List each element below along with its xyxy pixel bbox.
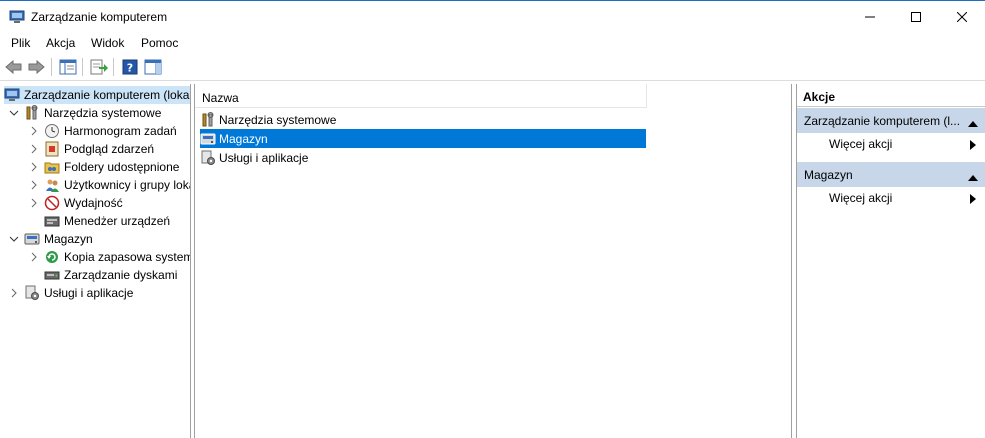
tree-item-label: Magazyn: [44, 232, 93, 246]
tree-item-device-manager[interactable]: Menedżer urządzeń: [44, 212, 170, 230]
tree-item-storage[interactable]: Magazyn: [8, 230, 93, 248]
toolbar-separator: [113, 58, 114, 76]
tree-item-local-users-groups[interactable]: Użytkownicy i grupy lokalne: [28, 176, 190, 194]
tools-icon: [200, 111, 216, 128]
column-header-name[interactable]: Nazwa: [195, 84, 647, 108]
forward-button[interactable]: [26, 57, 46, 77]
tree-item-services-applications[interactable]: Usługi i aplikacje: [8, 284, 133, 302]
chevron-right-icon[interactable]: [28, 251, 40, 263]
chevron-down-icon[interactable]: [8, 107, 20, 119]
details-pane: Nazwa Narzędzia systemowe Magazyn Usługi…: [194, 84, 792, 438]
show-hide-console-tree-icon[interactable]: [58, 57, 78, 77]
users-icon: [44, 177, 60, 193]
menu-action[interactable]: Akcja: [46, 36, 75, 50]
action-more-actions[interactable]: Więcej akcji: [797, 134, 985, 154]
tree-item-label: Menedżer urządzeń: [64, 214, 171, 228]
window-title: Zarządzanie komputerem: [31, 10, 168, 24]
close-button[interactable]: [939, 1, 985, 33]
tree-item-performance[interactable]: Wydajność: [28, 194, 123, 212]
clock-icon: [44, 123, 60, 139]
action-more-actions[interactable]: Więcej akcji: [797, 188, 985, 208]
storage-icon: [24, 231, 40, 247]
backup-icon: [44, 249, 60, 265]
help-icon[interactable]: ?: [120, 57, 140, 77]
tree-item-label: Zarządzanie dyskami: [64, 268, 178, 282]
menu-bar: Plik Akcja Widok Pomoc: [0, 33, 985, 53]
tree-item-label: Wydajność: [64, 196, 123, 210]
list-item[interactable]: Usługi i aplikacje: [200, 148, 646, 167]
computer-management-icon: [9, 10, 25, 24]
toolbar: ?: [0, 54, 985, 81]
actions-pane-title: Akcje: [797, 84, 985, 107]
back-button[interactable]: [4, 57, 24, 77]
list-item[interactable]: Narzędzia systemowe: [200, 110, 646, 129]
action-label: Więcej akcji: [829, 191, 893, 205]
export-list-icon[interactable]: [89, 57, 109, 77]
tree-item-backup[interactable]: Kopia zapasowa systemu Windows Server: [28, 248, 190, 266]
show-hide-action-pane-icon[interactable]: [143, 57, 163, 77]
computer-management-icon: [4, 87, 20, 103]
toolbar-separator: [82, 58, 83, 76]
column-header-label: Nazwa: [202, 91, 239, 105]
event-viewer-icon: [44, 141, 60, 157]
title-bar: Zarządzanie komputerem: [0, 0, 985, 33]
list-item-selected[interactable]: Magazyn: [200, 129, 646, 148]
menu-file[interactable]: Plik: [11, 36, 30, 50]
collapse-up-icon[interactable]: [968, 116, 978, 130]
tree-item-shared-folders[interactable]: Foldery udostępnione: [28, 158, 179, 176]
tree-item-event-viewer[interactable]: Podgląd zdarzeń: [28, 140, 154, 158]
chevron-right-icon[interactable]: [28, 125, 40, 137]
list-item-label: Narzędzia systemowe: [219, 112, 337, 127]
actions-section-label: Zarządzanie komputerem (l...: [804, 113, 961, 128]
tree-item-task-scheduler[interactable]: Harmonogram zadań: [28, 122, 177, 140]
console-tree: Zarządzanie komputerem (lokalny) Narzędz…: [0, 84, 191, 438]
actions-section-computer-management[interactable]: Zarządzanie komputerem (l...: [797, 108, 985, 133]
tree-item-label: Podgląd zdarzeń: [64, 142, 155, 156]
chevron-right-icon[interactable]: [28, 179, 40, 191]
services-icon: [24, 285, 40, 301]
actions-section-label: Magazyn: [804, 167, 853, 182]
menu-view[interactable]: Widok: [91, 36, 124, 50]
tree-item-label: Narzędzia systemowe: [44, 106, 162, 120]
list-item-label: Usługi i aplikacje: [219, 150, 309, 165]
tree-item-label: Foldery udostępnione: [64, 160, 180, 174]
tree-item-computer-management[interactable]: Zarządzanie komputerem (lokalny): [4, 86, 190, 104]
maximize-button[interactable]: [893, 1, 939, 33]
disk-management-icon: [44, 267, 60, 283]
device-manager-icon: [44, 213, 60, 229]
chevron-down-icon[interactable]: [8, 233, 20, 245]
tree-item-label: Harmonogram zadań: [64, 124, 177, 138]
tools-icon: [24, 105, 40, 121]
toolbar-separator: [51, 58, 52, 76]
menu-help[interactable]: Pomoc: [141, 36, 178, 50]
tree-item-label: Użytkownicy i grupy lokalne: [64, 178, 190, 192]
action-label: Więcej akcji: [829, 137, 893, 151]
chevron-right-icon[interactable]: [8, 287, 20, 299]
tree-item-system-tools[interactable]: Narzędzia systemowe: [8, 104, 161, 122]
actions-section-storage[interactable]: Magazyn: [797, 162, 985, 187]
chevron-right-icon[interactable]: [28, 161, 40, 173]
tree-item-label: Usługi i aplikacje: [44, 286, 134, 300]
minimize-button[interactable]: [847, 1, 893, 33]
tree-item-disk-management[interactable]: Zarządzanie dyskami: [44, 266, 177, 284]
chevron-right-icon[interactable]: [28, 143, 40, 155]
svg-text:?: ?: [127, 62, 133, 75]
tree-item-label: Zarządzanie komputerem (lokalny): [24, 88, 191, 102]
services-icon: [200, 150, 216, 166]
shared-folder-icon: [44, 159, 60, 175]
performance-icon: [44, 195, 60, 211]
submenu-arrow-icon: [970, 139, 976, 153]
storage-icon: [200, 131, 216, 147]
tree-item-label: Kopia zapasowa systemu Windows Server: [64, 250, 190, 264]
actions-pane: Akcje Zarządzanie komputerem (l... Więce…: [796, 84, 985, 438]
collapse-up-icon[interactable]: [968, 170, 978, 184]
submenu-arrow-icon: [970, 193, 976, 207]
chevron-right-icon[interactable]: [28, 197, 40, 209]
list-item-label: Magazyn: [219, 131, 268, 146]
